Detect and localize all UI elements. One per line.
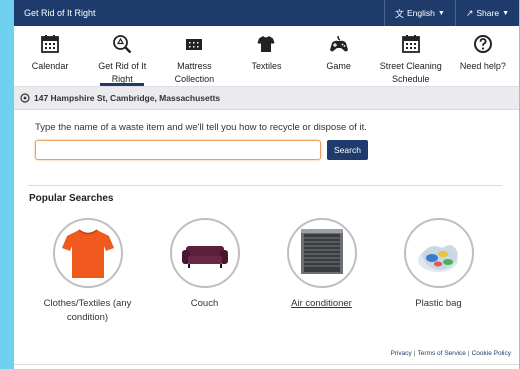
calendar-icon	[401, 35, 420, 53]
gamepad-icon	[329, 35, 348, 52]
plastic-bag-image	[403, 218, 474, 288]
popular-item-clothes[interactable]: Clothes/Textiles (any condition)	[29, 218, 146, 325]
recycle-search-icon	[113, 35, 132, 54]
popular-item-couch[interactable]: Couch	[146, 218, 263, 325]
app-frame: Get Rid of It Right 文 English ▼ ↗ Share …	[14, 0, 519, 369]
popular-searches: Popular Searches Clothes/Textiles (any c…	[14, 186, 519, 325]
nav-item-help[interactable]: Need help?	[447, 26, 519, 86]
shirt-icon	[257, 36, 275, 52]
translate-icon: 文	[394, 8, 404, 19]
search-prompt: Type the name of a waste item and we'll …	[35, 122, 367, 133]
help-icon	[473, 35, 492, 53]
popular-searches-heading: Popular Searches	[29, 193, 114, 204]
footer-separator: |	[467, 350, 470, 357]
nav-label: Street Cleaning Schedule	[379, 61, 442, 84]
terms-link[interactable]: Terms of Service	[418, 350, 466, 357]
share-button[interactable]: ↗ Share ▼	[454, 0, 519, 26]
nav-item-calendar[interactable]: Calendar	[14, 26, 86, 86]
nav-item-textiles[interactable]: Textiles	[230, 26, 302, 86]
popular-item-label: Couch	[190, 298, 219, 309]
nav-item-street-cleaning[interactable]: Street Cleaning Schedule	[375, 26, 447, 86]
popular-cards: Clothes/Textiles (any condition) Couch A…	[29, 218, 519, 325]
language-selector[interactable]: 文 English ▼	[383, 0, 455, 26]
main-nav: Calendar Get Rid of It Right Mattress Co…	[14, 26, 519, 87]
popular-item-air-conditioner[interactable]: Air conditioner	[263, 218, 380, 325]
nav-label: Game	[326, 61, 351, 71]
search-button[interactable]: Search	[327, 140, 368, 160]
location-pin-icon	[20, 93, 30, 103]
chevron-down-icon: ▼	[437, 9, 445, 17]
share-label: Share	[476, 8, 500, 18]
nav-label: Calendar	[31, 61, 69, 71]
chevron-down-icon: ▼	[502, 9, 509, 17]
nav-item-game[interactable]: Game	[303, 26, 375, 86]
search-input[interactable]	[35, 140, 321, 160]
nav-item-mattress-collection[interactable]: Mattress Collection	[158, 26, 230, 86]
cookie-link[interactable]: Cookie Policy	[472, 350, 511, 357]
top-bar: Get Rid of It Right 文 English ▼ ↗ Share …	[14, 0, 519, 26]
share-icon: ↗	[465, 7, 474, 18]
popular-item-label: Plastic bag	[415, 298, 462, 309]
nav-label: Textiles	[251, 61, 282, 71]
privacy-link[interactable]: Privacy	[390, 350, 411, 357]
mattress-icon	[186, 39, 203, 50]
footer-links: Privacy | Terms of Service | Cookie Policy	[390, 350, 511, 357]
language-label: English	[407, 8, 435, 18]
popular-item-plastic-bag[interactable]: Plastic bag	[380, 218, 497, 325]
nav-label: Get Rid of It Right	[98, 61, 147, 84]
app-title: Get Rid of It Right	[24, 8, 96, 18]
nav-label: Mattress Collection	[174, 61, 215, 84]
nav-label: Need help?	[459, 61, 506, 71]
calendar-icon	[41, 35, 59, 53]
search-section: Type the name of a waste item and we'll …	[14, 110, 519, 160]
address-bar[interactable]: 147 Hampshire St, Cambridge, Massachuset…	[14, 87, 519, 110]
air-conditioner-image	[286, 218, 357, 288]
popular-item-label: Clothes/Textiles (any condition)	[43, 298, 132, 323]
search-row: Search	[35, 140, 519, 160]
address-text: 147 Hampshire St, Cambridge, Massachuset…	[34, 93, 221, 103]
tshirt-image	[52, 218, 123, 288]
nav-item-get-rid-of-it-right[interactable]: Get Rid of It Right	[86, 26, 158, 86]
footer-separator: |	[413, 350, 416, 357]
popular-item-label: Air conditioner	[291, 298, 352, 309]
bottom-divider	[14, 364, 519, 365]
couch-image	[169, 218, 240, 288]
